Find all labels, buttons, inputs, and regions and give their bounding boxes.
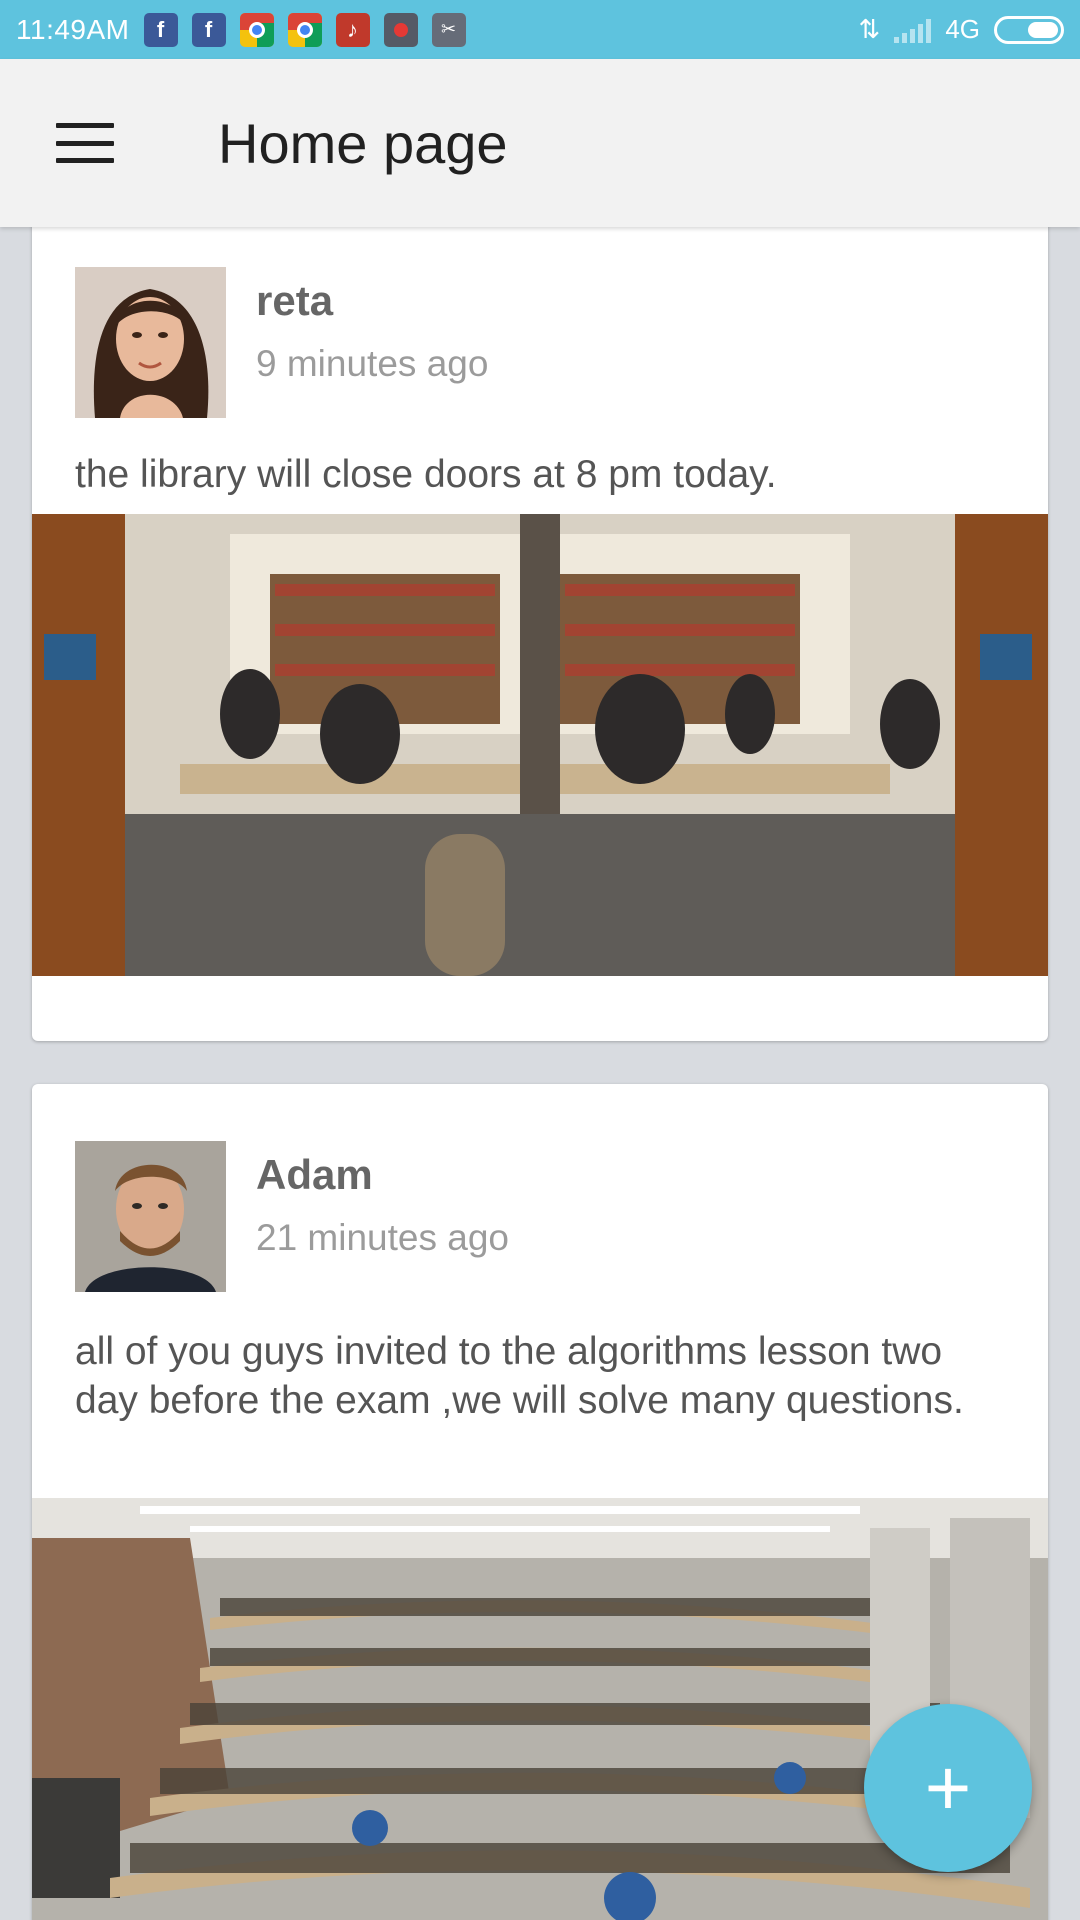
status-bar: 11:49AM f f ♪ ✂ ⇅ 4G [0,0,1080,59]
tiktok-icon: ♪ [335,12,370,47]
author-name[interactable]: Adam [256,1151,509,1199]
data-transfer-icon: ⇅ [858,14,881,44]
notification-icons: f f ♪ ✂ [143,12,466,47]
screen-record-icon [383,12,418,47]
chrome-icon [287,12,322,47]
app-bar: Home page [0,59,1080,227]
avatar[interactable] [75,1141,226,1292]
facebook-icon: f [143,12,178,47]
network-type: 4G [945,14,980,44]
post-header: Adam 21 minutes ago [75,1141,509,1292]
post-text: the library will close doors at 8 pm tod… [75,453,777,496]
status-right: ⇅ 4G [859,14,1064,45]
post-header: reta 9 minutes ago [75,267,488,418]
post-image[interactable] [32,1498,1048,1920]
page-title: Home page [218,111,508,175]
post-time: 9 minutes ago [256,343,489,384]
chrome-icon [239,12,274,47]
post-feed[interactable]: reta 9 minutes ago the library will clos… [0,227,1080,1920]
post-card[interactable]: reta 9 minutes ago the library will clos… [32,227,1048,1041]
post-text: all of you guys invited to the algorithm… [75,1330,964,1422]
menu-icon[interactable] [56,123,114,163]
add-post-button[interactable]: + [864,1704,1032,1872]
battery-icon [994,15,1064,44]
avatar[interactable] [75,267,226,418]
author-name[interactable]: reta [256,277,488,325]
signal-icon [894,17,932,43]
status-time: 11:49AM [16,13,130,45]
post-time: 21 minutes ago [256,1217,510,1258]
post-image[interactable] [32,514,1048,976]
facebook-icon: f [191,12,226,47]
screenshot-icon: ✂ [431,12,466,47]
